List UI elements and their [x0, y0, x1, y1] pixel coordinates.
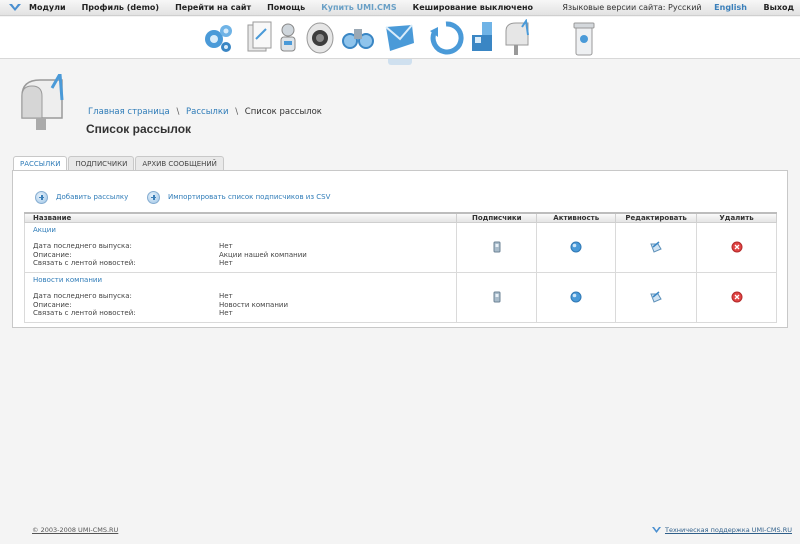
delete-icon[interactable]	[731, 291, 743, 303]
tab-archive[interactable]: АРХИВ СООБЩЕНИЙ	[135, 156, 224, 171]
language-label: Языковые версии сайта: Русский	[562, 3, 702, 12]
breadcrumb-separator: \	[176, 107, 180, 117]
dispatches-icon[interactable]	[382, 19, 418, 57]
breadcrumb-current: Список рассылок	[244, 107, 322, 117]
menu-go-to-site[interactable]: Перейти на сайт	[175, 3, 251, 12]
subscribers-icon[interactable]	[491, 241, 503, 253]
activity-status-icon[interactable]	[570, 291, 582, 303]
delete-cell	[696, 272, 777, 323]
detail-row: Описание: Новости компании	[33, 301, 456, 310]
language-switcher: Языковые версии сайта: Русский English В…	[562, 3, 794, 12]
subscribers-icon[interactable]	[491, 291, 503, 303]
column-header-activity[interactable]: Активность	[536, 212, 617, 223]
breadcrumb-home[interactable]: Главная страница	[88, 107, 170, 117]
users-icon[interactable]	[270, 19, 306, 57]
detail-value: Новости компании	[219, 300, 288, 309]
active-module-marker	[388, 59, 412, 65]
import-csv-label: Импортировать список подписчиков из CSV	[168, 193, 331, 201]
table-row: Акции Дата последнего выпуска: Нет Описан…	[23, 222, 777, 273]
edit-icon[interactable]	[650, 290, 662, 303]
add-dispatch-button[interactable]: Добавить рассылку	[35, 190, 128, 204]
detail-label: Дата последнего выпуска:	[33, 292, 132, 300]
table-row: Новости компании Дата последнего выпуска…	[23, 272, 777, 323]
menu-modules[interactable]: Модули	[29, 3, 66, 12]
breadcrumb-section[interactable]: Рассылки	[186, 107, 228, 117]
top-menu-bar: Модули Профиль (demo) Перейти на сайт По…	[0, 0, 800, 16]
language-english-link[interactable]: English	[714, 3, 747, 12]
menu-help[interactable]: Помощь	[267, 3, 305, 12]
settings-gears-icon[interactable]	[200, 19, 236, 57]
support-label: Техническая поддержка UMI-CMS.RU	[664, 526, 792, 534]
detail-value: Нет	[219, 242, 233, 250]
copyright-link[interactable]: © 2003-2008 UMI-CMS.RU	[32, 526, 118, 534]
menu-profile[interactable]: Профиль (demo)	[82, 3, 159, 12]
detail-label: Связать с лентой новостей:	[33, 309, 136, 317]
content-panel: Добавить рассылку Импортировать список п…	[12, 170, 788, 328]
data-blocks-icon[interactable]	[466, 19, 502, 57]
plus-icon	[35, 190, 48, 204]
dispatch-info-cell: Новости компании Дата последнего выпуска…	[23, 272, 458, 323]
speaker-icon[interactable]	[302, 19, 338, 57]
menu-caching[interactable]: Кеширование выключено	[413, 3, 533, 12]
detail-label: Описание:	[33, 300, 72, 309]
detail-row: Дата последнего выпуска: Нет	[33, 292, 456, 301]
column-header-edit[interactable]: Редактировать	[615, 212, 698, 223]
breadcrumb: Главная страница \ Рассылки \ Список рас…	[88, 107, 322, 117]
module-icon-bar	[0, 17, 800, 59]
support-logo-icon	[651, 526, 661, 533]
dispatch-table: Название Подписчики Активность Редактиро…	[23, 212, 777, 323]
breadcrumb-separator: \	[235, 107, 239, 117]
plus-icon	[147, 190, 160, 204]
main-menu: Модули Профиль (demo) Перейти на сайт По…	[29, 3, 549, 12]
detail-value: Акции нашей компании	[219, 250, 307, 259]
activity-cell	[536, 222, 617, 273]
tab-bar: РАССЫЛКИ ПОДПИСЧИКИ АРХИВ СООБЩЕНИЙ	[13, 156, 225, 172]
column-header-delete[interactable]: Удалить	[696, 212, 777, 223]
binoculars-icon[interactable]	[340, 19, 376, 57]
add-dispatch-label: Добавить рассылку	[56, 193, 129, 201]
mailbox-icon[interactable]	[500, 19, 536, 57]
detail-value: Нет	[219, 292, 233, 300]
dispatch-title-link[interactable]: Новости компании	[33, 276, 456, 292]
delete-cell	[696, 222, 777, 273]
import-csv-button[interactable]: Импортировать список подписчиков из CSV	[147, 190, 330, 204]
detail-value: Нет	[219, 259, 233, 267]
tab-subscribers[interactable]: ПОДПИСЧИКИ	[68, 156, 135, 171]
detail-row: Связать с лентой новостей: Нет	[33, 259, 456, 268]
detail-row: Дата последнего выпуска: Нет	[33, 242, 456, 251]
support-link[interactable]: Техническая поддержка UMI-CMS.RU	[651, 526, 792, 534]
trash-icon[interactable]	[566, 19, 602, 57]
table-header-row: Название Подписчики Активность Редактиро…	[23, 212, 777, 223]
sync-icon[interactable]	[428, 19, 464, 57]
activity-status-icon[interactable]	[570, 241, 582, 253]
detail-label: Описание:	[33, 250, 72, 259]
subscribers-cell	[456, 272, 538, 323]
detail-row: Описание: Акции нашей компании	[33, 251, 456, 260]
edit-cell	[615, 222, 698, 273]
edit-cell	[615, 272, 698, 323]
edit-icon[interactable]	[650, 240, 662, 253]
delete-icon[interactable]	[731, 241, 743, 253]
mailbox-large-icon	[21, 74, 64, 130]
logout-link[interactable]: Выход	[764, 3, 794, 12]
dispatch-info-cell: Акции Дата последнего выпуска: Нет Описан…	[23, 222, 458, 273]
menu-buy[interactable]: Купить UMI.CMS	[321, 3, 396, 12]
activity-cell	[536, 272, 617, 323]
umi-logo-icon[interactable]	[8, 3, 22, 13]
detail-label: Связать с лентой новостей:	[33, 259, 136, 267]
detail-value: Нет	[219, 309, 233, 317]
detail-row: Связать с лентой новостей: Нет	[33, 309, 456, 318]
subscribers-cell	[456, 222, 538, 273]
page-title: Список рассылок	[86, 122, 192, 136]
column-header-name[interactable]: Название	[23, 212, 458, 223]
column-header-subscribers[interactable]: Подписчики	[456, 212, 538, 223]
detail-label: Дата последнего выпуска:	[33, 242, 132, 250]
dispatch-title-link[interactable]: Акции	[33, 226, 456, 242]
